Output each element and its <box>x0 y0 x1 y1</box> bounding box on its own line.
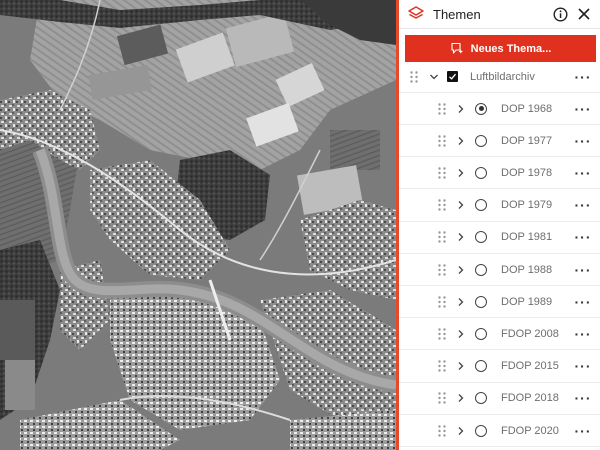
chevron-right-icon[interactable] <box>457 200 465 210</box>
more-icon[interactable]: ··· <box>574 230 592 244</box>
aerial-map[interactable] <box>0 0 396 450</box>
layer-radio[interactable] <box>475 295 487 308</box>
layer-radio[interactable] <box>475 102 487 115</box>
drag-handle-icon[interactable] <box>437 166 447 180</box>
more-icon[interactable]: ··· <box>574 198 592 212</box>
layer-row[interactable]: DOP 1977 ··· <box>399 125 600 158</box>
layer-row[interactable]: DOP 1989 ··· <box>399 286 600 319</box>
layer-label: DOP 1977 <box>501 134 553 147</box>
layer-label: DOP 1979 <box>501 199 553 212</box>
layer-row[interactable]: DOP 1978 ··· <box>399 157 600 190</box>
close-icon <box>578 8 590 20</box>
more-icon[interactable]: ··· <box>574 263 592 277</box>
more-icon[interactable]: ··· <box>574 359 592 373</box>
new-theme-button[interactable]: Neues Thema... <box>405 35 596 62</box>
more-icon[interactable]: ··· <box>574 424 592 438</box>
info-button[interactable] <box>550 4 570 24</box>
layer-radio[interactable] <box>475 327 487 340</box>
add-theme-icon <box>451 42 463 54</box>
layer-radio[interactable] <box>475 166 487 179</box>
close-button[interactable] <box>574 4 594 24</box>
layer-label: DOP 1989 <box>501 295 553 308</box>
layer-label: DOP 1981 <box>501 231 553 244</box>
layer-radio[interactable] <box>475 199 487 212</box>
layer-group-luftbildarchiv[interactable]: Luftbildarchiv ··· <box>399 61 600 93</box>
layer-radio[interactable] <box>475 231 487 244</box>
more-icon[interactable]: ··· <box>574 70 592 84</box>
layer-row[interactable]: DOP 1968 ··· <box>399 93 600 125</box>
drag-handle-icon[interactable] <box>437 102 447 116</box>
chevron-right-icon[interactable] <box>457 329 465 339</box>
chevron-right-icon[interactable] <box>457 232 465 242</box>
layer-radio[interactable] <box>475 360 487 373</box>
layer-radio[interactable] <box>475 263 487 276</box>
layer-label: FDOP 2008 <box>501 327 559 340</box>
layer-row[interactable]: DOP 1981 ··· <box>399 222 600 254</box>
more-icon[interactable]: ··· <box>574 166 592 180</box>
layer-label: DOP 1978 <box>501 166 553 179</box>
layer-row[interactable]: DOP 1979 ··· <box>399 190 600 222</box>
layer-row[interactable]: FDOP 2018 ··· <box>399 383 600 415</box>
layer-row[interactable]: FDOP 2008 ··· <box>399 318 600 351</box>
more-icon[interactable]: ··· <box>574 327 592 341</box>
drag-handle-icon[interactable] <box>437 263 447 277</box>
drag-handle-icon[interactable] <box>437 230 447 244</box>
layer-label: FDOP 2015 <box>501 360 559 373</box>
layer-radio[interactable] <box>475 134 487 147</box>
layer-row[interactable]: DOP 1988 ··· <box>399 254 600 286</box>
more-icon[interactable]: ··· <box>574 295 592 309</box>
chevron-right-icon[interactable] <box>457 168 465 178</box>
chevron-right-icon[interactable] <box>457 104 465 114</box>
chevron-right-icon[interactable] <box>457 361 465 371</box>
drag-handle-icon[interactable] <box>437 198 447 212</box>
drag-handle-icon[interactable] <box>409 70 419 84</box>
layer-radio[interactable] <box>475 424 487 437</box>
drag-handle-icon[interactable] <box>437 134 447 148</box>
more-icon[interactable]: ··· <box>574 102 592 116</box>
drag-handle-icon[interactable] <box>437 295 447 309</box>
panel-title: Themen <box>433 6 481 22</box>
new-theme-label: Neues Thema... <box>470 42 552 55</box>
chevron-right-icon[interactable] <box>457 393 465 403</box>
layer-row[interactable]: FDOP 2015 ··· <box>399 351 600 383</box>
group-label: Luftbildarchiv <box>470 70 535 83</box>
drag-handle-icon[interactable] <box>437 359 447 373</box>
layer-row[interactable]: FDOP 2020 ··· <box>399 415 600 447</box>
group-checkbox[interactable] <box>447 71 458 82</box>
layer-label: DOP 1968 <box>501 102 553 115</box>
drag-handle-icon[interactable] <box>437 424 447 438</box>
themes-panel: Themen Neues Thema... Luftbildarchiv ···… <box>396 0 600 450</box>
drag-handle-icon[interactable] <box>437 327 447 341</box>
chevron-down-icon[interactable] <box>429 72 439 82</box>
layers-icon <box>408 6 424 19</box>
panel-header: Themen <box>399 0 600 29</box>
layer-label: FDOP 2020 <box>501 424 559 437</box>
chevron-right-icon[interactable] <box>457 426 465 436</box>
info-icon <box>552 6 568 22</box>
chevron-right-icon[interactable] <box>457 265 465 275</box>
chevron-right-icon[interactable] <box>457 297 465 307</box>
check-icon <box>449 73 456 80</box>
layer-label: DOP 1988 <box>501 263 553 276</box>
aerial-photo <box>0 0 396 450</box>
more-icon[interactable]: ··· <box>574 391 592 405</box>
drag-handle-icon[interactable] <box>437 391 447 405</box>
radio-selected-dot <box>478 106 484 111</box>
chevron-right-icon[interactable] <box>457 136 465 146</box>
more-icon[interactable]: ··· <box>574 134 592 148</box>
layer-label: FDOP 2018 <box>501 392 559 405</box>
layer-radio[interactable] <box>475 392 487 405</box>
